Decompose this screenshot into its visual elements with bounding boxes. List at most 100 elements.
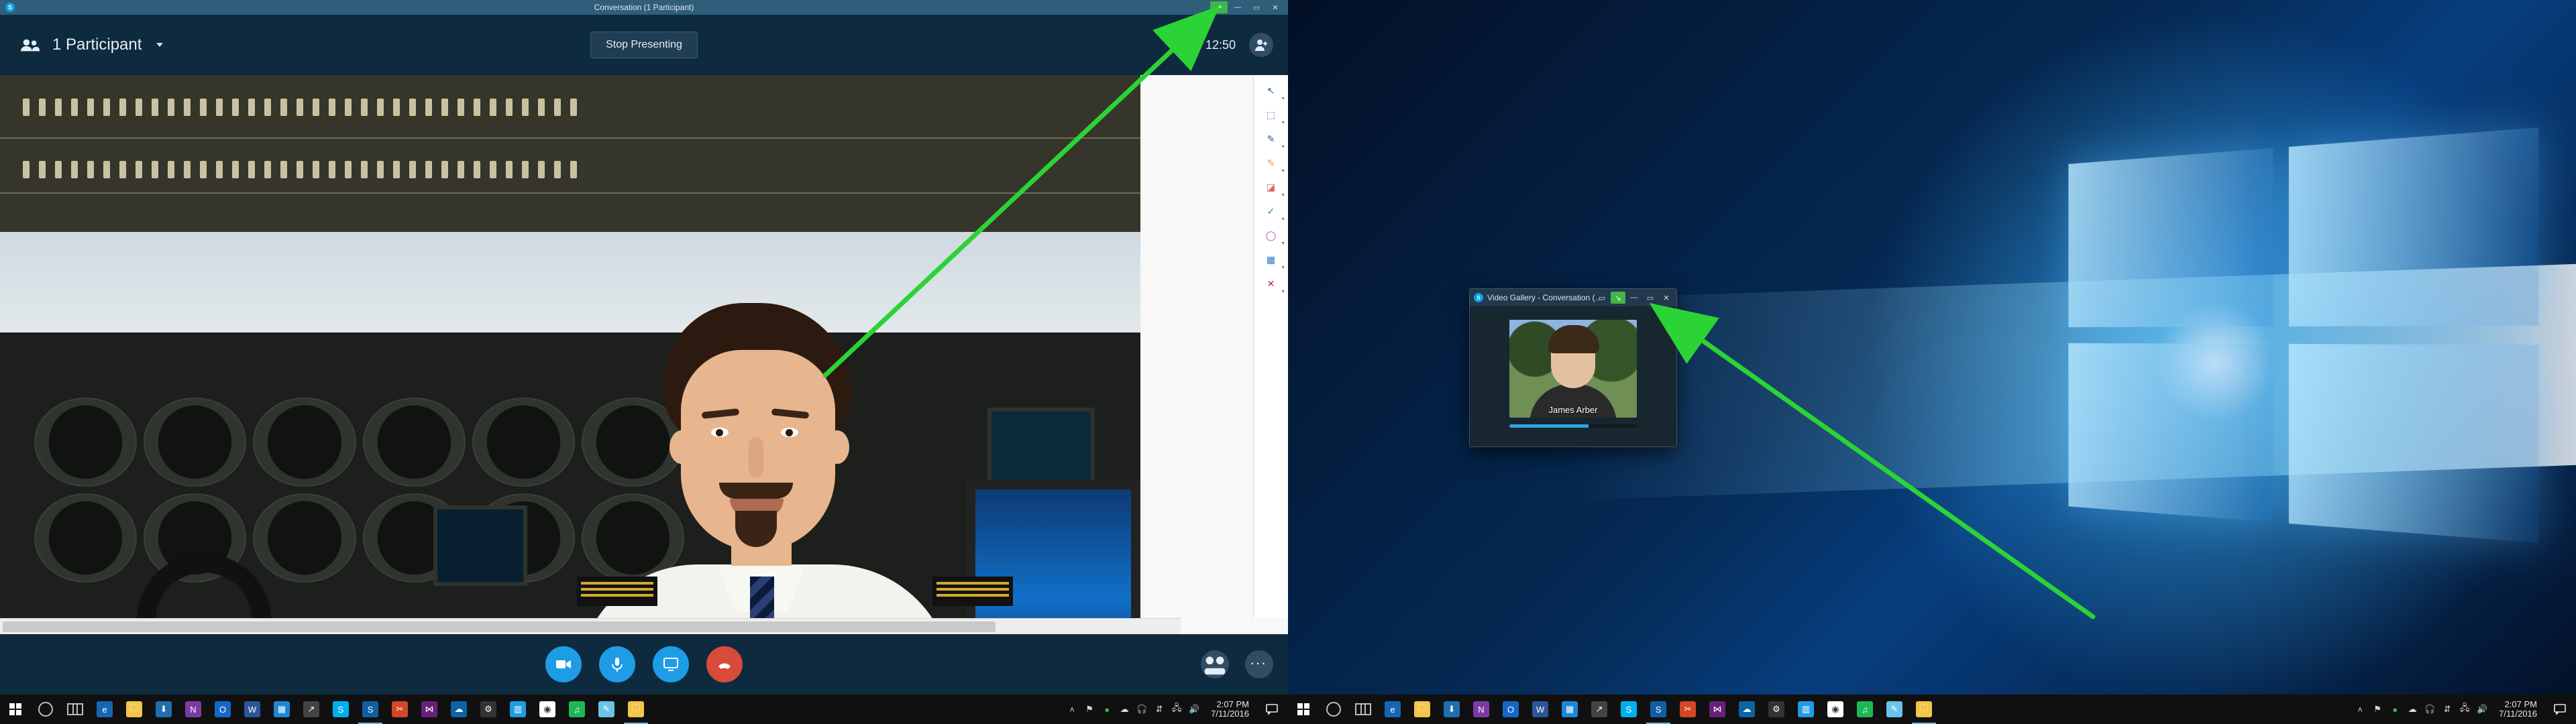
stop-presenting-button[interactable]: Stop Presenting <box>590 32 698 58</box>
taskbar-app-store[interactable]: ⬇ <box>1437 695 1466 724</box>
taskbar-app-settings[interactable]: ⚙ <box>474 695 503 724</box>
tray-skype-icon[interactable]: ● <box>2387 700 2402 719</box>
taskbar-clock[interactable]: 2:07 PM 7/11/2016 <box>2492 700 2544 719</box>
tray-usb-icon[interactable]: ⇵ <box>1152 700 1167 719</box>
taskbar-app-outlook[interactable]: O <box>1496 695 1525 724</box>
taskbar-app-spotify[interactable]: ♫ <box>1850 695 1880 724</box>
gallery-title-bar[interactable]: S Video Gallery - Conversation (… ▭ ↘ — … <box>1470 289 1676 306</box>
more-options-button[interactable]: ··· <box>1245 650 1273 678</box>
tray-headset-icon[interactable]: 🎧 <box>1134 700 1149 719</box>
taskbar-app-onenote[interactable]: N <box>178 695 208 724</box>
highlighter-tool[interactable]: ✎ <box>1260 154 1283 172</box>
tray-defender-icon[interactable]: ⚑ <box>1082 700 1097 719</box>
horizontal-scrollbar[interactable] <box>0 618 1253 634</box>
taskbar-app-snip[interactable]: ✂ <box>385 695 415 724</box>
participants-dropdown[interactable]: 1 Participant <box>20 36 163 54</box>
taskbar-app-skype-business[interactable]: S <box>1644 695 1673 724</box>
tray-skype-icon[interactable]: ● <box>1099 700 1114 719</box>
taskbar-app-word[interactable]: W <box>1525 695 1555 724</box>
tray-usb-icon[interactable]: ⇵ <box>2440 700 2455 719</box>
taskbar-app-remote[interactable]: ▥ <box>503 695 533 724</box>
taskbar-app-chrome[interactable]: ◉ <box>1821 695 1850 724</box>
taskbar-app-calendar[interactable]: ▦ <box>1555 695 1585 724</box>
minimize-button[interactable]: — <box>1229 1 1246 13</box>
taskbar-app-explorer[interactable]: 🗀 <box>1407 695 1437 724</box>
select-tool[interactable]: ⬚ <box>1260 106 1283 123</box>
taskbar-app-notepad[interactable]: ✎ <box>1880 695 1909 724</box>
taskbar-clock[interactable]: 2:07 PM 7/11/2016 <box>1204 700 1256 719</box>
shape-tool[interactable]: ◯ <box>1260 227 1283 244</box>
taskbar-app-onedrive[interactable]: ☁ <box>444 695 474 724</box>
gallery-title-text: Video Gallery - Conversation (… <box>1487 293 1603 302</box>
taskbar-app-remote[interactable]: ▥ <box>1791 695 1821 724</box>
tray-headset-icon[interactable]: 🎧 <box>2422 700 2437 719</box>
participant-video-tile[interactable]: James Arber <box>1509 320 1637 418</box>
start-button[interactable] <box>0 695 31 724</box>
taskbar-app-spotify[interactable]: ♫ <box>562 695 592 724</box>
taskbar-app-word[interactable]: W <box>237 695 267 724</box>
gallery-popin-button[interactable]: ↘ <box>1611 292 1625 304</box>
system-tray-right: ˄ ⚑ ● ☁ 🎧 ⇵ 🖧 🔊 2:07 PM 7/11/2016 <box>2353 700 2576 719</box>
taskbar-app-explorer-open[interactable]: 🗀 <box>1909 695 1939 724</box>
taskbar-app-edge[interactable]: e <box>1378 695 1407 724</box>
tray-onedrive-icon[interactable]: ☁ <box>2405 700 2420 719</box>
taskbar-app-skype-consumer[interactable]: S <box>1614 695 1644 724</box>
taskbar-app-explorer-open[interactable]: 🗀 <box>621 695 651 724</box>
gallery-layout-button[interactable]: ▭ <box>1595 292 1609 304</box>
hang-up-button[interactable] <box>706 646 743 682</box>
taskbar-app-visualstudio[interactable]: ⋈ <box>415 695 444 724</box>
tray-volume-icon[interactable]: 🔊 <box>2475 700 2489 719</box>
cortana-button[interactable] <box>31 695 60 724</box>
close-button[interactable]: ✕ <box>1267 1 1284 13</box>
taskbar-app-explorer[interactable]: 🗀 <box>119 695 149 724</box>
taskbar-app-outlook[interactable]: O <box>208 695 237 724</box>
taskbar-app-snip[interactable]: ✂ <box>1673 695 1703 724</box>
gallery-layout-button[interactable] <box>1201 650 1229 678</box>
insert-image-tool[interactable]: ▦ <box>1260 251 1283 268</box>
tray-onedrive-icon[interactable]: ☁ <box>1117 700 1132 719</box>
shared-content[interactable] <box>0 75 1140 634</box>
tray-overflow-icon[interactable]: ˄ <box>1065 700 1079 719</box>
taskbar-app-shortcut[interactable]: ↗ <box>297 695 326 724</box>
gallery-minimize-button[interactable]: — <box>1627 292 1642 304</box>
taskbar-app-skype-consumer[interactable]: S <box>326 695 356 724</box>
taskbar-app-onenote[interactable]: N <box>1466 695 1496 724</box>
taskview-button[interactable] <box>60 695 90 724</box>
presentation-mode-icon[interactable] <box>1173 38 1192 52</box>
laser-pointer-tool[interactable]: ↖ <box>1260 82 1283 99</box>
taskbar-app-shortcut[interactable]: ↗ <box>1585 695 1614 724</box>
taskbar-app-settings[interactable]: ⚙ <box>1762 695 1791 724</box>
tray-network-icon[interactable]: 🖧 <box>2457 700 2472 719</box>
popout-button[interactable]: ↗ <box>1210 1 1228 13</box>
action-center-button[interactable] <box>1258 703 1285 716</box>
eraser-tool[interactable]: ◪ <box>1260 178 1283 196</box>
taskbar-app-visualstudio[interactable]: ⋈ <box>1703 695 1732 724</box>
taskbar-app-store[interactable]: ⬇ <box>149 695 178 724</box>
start-button[interactable] <box>1288 695 1319 724</box>
maximize-button[interactable]: ▭ <box>1248 1 1265 13</box>
tray-defender-icon[interactable]: ⚑ <box>2370 700 2385 719</box>
action-center-button[interactable] <box>2546 703 2573 716</box>
taskbar-app-skype-business[interactable]: S <box>356 695 385 724</box>
share-screen-button[interactable] <box>653 646 689 682</box>
taskbar-app-notepad[interactable]: ✎ <box>592 695 621 724</box>
video-toggle-button[interactable] <box>545 646 582 682</box>
taskbar-app-edge[interactable]: e <box>90 695 119 724</box>
taskbar-app-chrome[interactable]: ◉ <box>533 695 562 724</box>
mute-toggle-button[interactable] <box>599 646 635 682</box>
taskbar-app-calendar[interactable]: ▦ <box>267 695 297 724</box>
tray-volume-icon[interactable]: 🔊 <box>1187 700 1201 719</box>
pen-tool[interactable]: ✎ <box>1260 130 1283 147</box>
taskview-button[interactable] <box>1348 695 1378 724</box>
add-participant-button[interactable] <box>1249 33 1273 57</box>
stamp-tool[interactable]: ✓ <box>1260 202 1283 220</box>
monitor-left: S Conversation (1 Participant) ↗ — ▭ ✕ 1… <box>0 0 1288 724</box>
tray-network-icon[interactable]: 🖧 <box>1169 700 1184 719</box>
cortana-button[interactable] <box>1319 695 1348 724</box>
delete-annotation-tool[interactable]: ✕ <box>1260 275 1283 292</box>
taskbar-app-onedrive[interactable]: ☁ <box>1732 695 1762 724</box>
tray-overflow-icon[interactable]: ˄ <box>2353 700 2367 719</box>
gallery-close-button[interactable]: ✕ <box>1659 292 1674 304</box>
gallery-maximize-button[interactable]: ▭ <box>1643 292 1658 304</box>
video-gallery-popout[interactable]: S Video Gallery - Conversation (… ▭ ↘ — … <box>1469 288 1677 447</box>
